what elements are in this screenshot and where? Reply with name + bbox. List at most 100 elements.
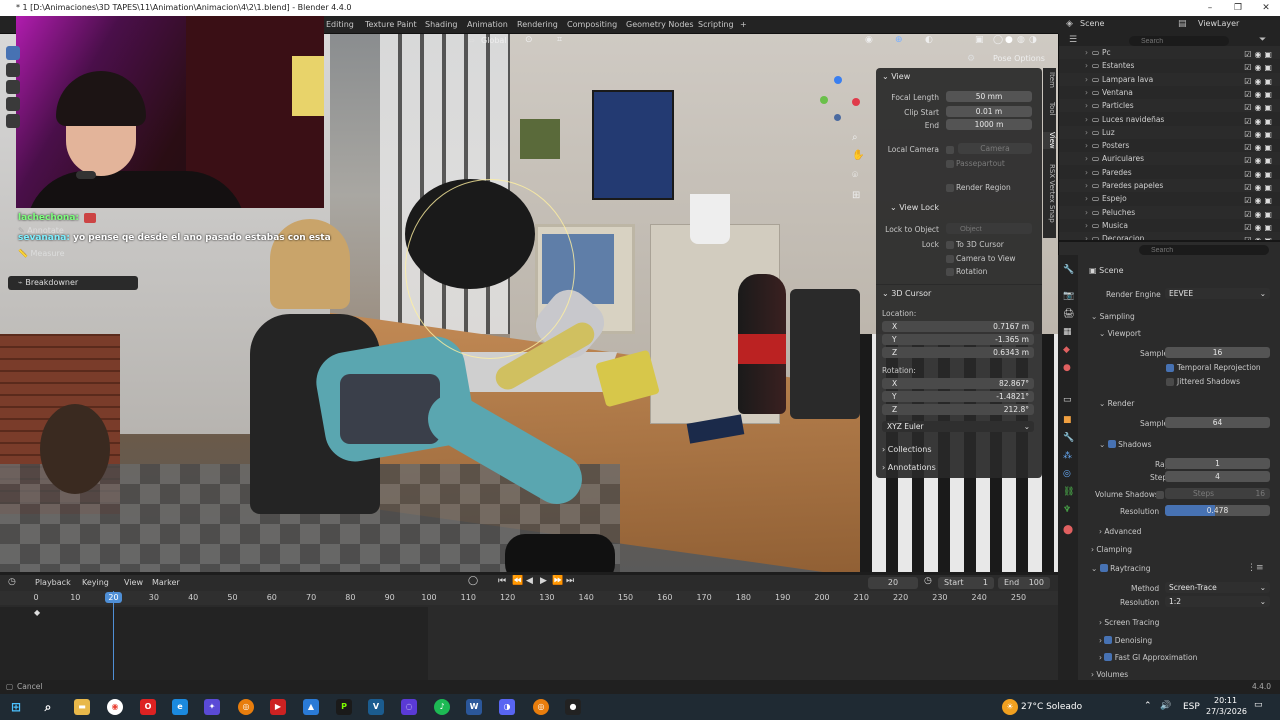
local-camera-checkbox[interactable] bbox=[946, 146, 954, 154]
view-layer-name[interactable]: ViewLayer bbox=[1198, 19, 1239, 28]
local-camera-field[interactable]: Camera bbox=[958, 143, 1032, 154]
constraints-properties-icon[interactable]: ⛓ bbox=[1063, 487, 1074, 497]
physics-properties-icon[interactable]: ◎ bbox=[1063, 469, 1071, 479]
rays-field[interactable]: 1 bbox=[1165, 458, 1270, 469]
playhead-line[interactable] bbox=[113, 591, 114, 680]
view-lock-section-header[interactable]: ⌄ View Lock bbox=[890, 203, 939, 212]
keyframe-marker-icon[interactable]: ◆ bbox=[34, 608, 40, 617]
notifications-icon[interactable]: ▭ bbox=[1254, 700, 1263, 710]
tab-tool[interactable]: Tool bbox=[1043, 102, 1056, 116]
tab-rendering[interactable]: Rendering bbox=[517, 20, 558, 29]
expand-arrow-icon[interactable]: › bbox=[1085, 73, 1088, 86]
blender-active-icon[interactable]: ◎ bbox=[533, 699, 549, 715]
expand-arrow-icon[interactable]: › bbox=[1085, 179, 1088, 192]
resolution-slider[interactable]: 0.478 bbox=[1165, 505, 1270, 516]
language-indicator[interactable]: ESP bbox=[1183, 702, 1200, 712]
render-region-checkbox[interactable] bbox=[946, 184, 954, 192]
pycharm-icon[interactable]: P bbox=[336, 699, 352, 715]
obs-studio-icon[interactable]: ● bbox=[565, 699, 581, 715]
outliner-item[interactable]: › ▭ Luz ☑◉▣ bbox=[1059, 125, 1280, 139]
outliner-item[interactable]: › ▭ Posters ☑◉▣ bbox=[1059, 139, 1280, 152]
expand-arrow-icon[interactable]: › bbox=[1085, 59, 1088, 72]
denoising-checkbox[interactable] bbox=[1104, 636, 1113, 644]
annotations-section-header[interactable]: › Annotations bbox=[882, 463, 936, 472]
spotify-icon[interactable]: ♪ bbox=[434, 699, 450, 715]
tab-view[interactable]: View bbox=[1043, 132, 1056, 149]
temporal-reprojection-checkbox[interactable] bbox=[1166, 364, 1174, 372]
solid-shading-icon[interactable]: ● bbox=[1005, 35, 1013, 45]
lock-to-object-field[interactable] bbox=[946, 223, 1032, 234]
outliner-item[interactable]: › ▭ Estantes ☑◉▣ bbox=[1059, 59, 1280, 72]
screen-tracing-subsection-header[interactable]: › Screen Tracing bbox=[1099, 618, 1159, 627]
outliner-item[interactable]: › ▭ Pc ☑◉▣ bbox=[1059, 46, 1280, 59]
edge-icon[interactable]: e bbox=[172, 699, 188, 715]
outliner-item[interactable]: › ▭ Paredes papeles ☑◉▣ bbox=[1059, 179, 1280, 192]
play-icon[interactable]: ▶ bbox=[540, 576, 547, 586]
world-properties-icon[interactable]: ● bbox=[1063, 363, 1071, 373]
tool-settings-icon[interactable]: 🔧 bbox=[1063, 265, 1074, 275]
modifier-properties-icon[interactable]: 🔧 bbox=[1063, 433, 1074, 443]
rotate-tool-icon[interactable] bbox=[6, 97, 20, 111]
jump-to-start-icon[interactable]: ⏮ bbox=[498, 576, 506, 586]
blender-taskbar-icon[interactable]: ◎ bbox=[238, 699, 254, 715]
timeline-area[interactable]: 0 10 20 30 40 50 60 70 80 90 100 110 120 130 140 150 160… bbox=[0, 591, 1058, 680]
play-reverse-icon[interactable]: ◀ bbox=[526, 576, 533, 586]
outliner-item[interactable]: ›▭Decoracion☑◉▣ bbox=[1059, 232, 1280, 240]
transform-orientation-dropdown[interactable]: Global bbox=[481, 36, 507, 45]
volume-steps-field[interactable]: Steps 16 bbox=[1165, 488, 1270, 499]
search-icon[interactable]: ⌕ bbox=[40, 699, 56, 715]
visibility-icon[interactable]: ◉ bbox=[865, 35, 873, 45]
cursor-rotation-z-field[interactable]: Z 212.8° bbox=[882, 404, 1034, 415]
gizmo-z-axis[interactable] bbox=[834, 76, 842, 84]
outliner-item[interactable]: › ▭ Auriculares ☑◉▣ bbox=[1059, 152, 1280, 166]
gizmo-toggle-icon[interactable]: ⊕ bbox=[895, 35, 903, 45]
tab-shading[interactable]: Shading bbox=[425, 20, 458, 29]
start-frame-field[interactable]: Start 1 bbox=[938, 577, 994, 589]
minimize-button[interactable]: – bbox=[1196, 0, 1224, 16]
denoising-subsection-header[interactable]: › Denoising bbox=[1099, 635, 1152, 645]
render-subsection-header[interactable]: ⌄ Render bbox=[1099, 399, 1134, 408]
render-samples-field[interactable]: 64 bbox=[1165, 417, 1270, 428]
viewport-subsection-header[interactable]: ⌄ Viewport bbox=[1099, 329, 1141, 338]
clock-date[interactable]: 27/3/2026 bbox=[1206, 707, 1247, 716]
obs-icon[interactable]: ◌ bbox=[401, 699, 417, 715]
opera-icon[interactable]: O bbox=[140, 699, 156, 715]
jittered-shadows-checkbox[interactable] bbox=[1166, 378, 1174, 386]
expand-arrow-icon[interactable]: › bbox=[1085, 206, 1088, 219]
navigation-gizmo[interactable] bbox=[810, 74, 865, 129]
maximize-button[interactable]: ❐ bbox=[1224, 0, 1252, 16]
app-icon[interactable]: ✦ bbox=[204, 699, 220, 715]
view-section-header[interactable]: ⌄ View bbox=[882, 72, 910, 81]
focal-length-field[interactable]: 50 mm bbox=[946, 91, 1032, 102]
expand-arrow-icon[interactable]: › bbox=[1085, 219, 1088, 232]
expand-arrow-icon[interactable]: › bbox=[1085, 86, 1088, 99]
playback-menu[interactable]: Playback bbox=[35, 578, 71, 587]
lock-to-3d-cursor-checkbox[interactable] bbox=[946, 241, 954, 249]
zoom-icon[interactable]: ⌕ bbox=[852, 132, 858, 143]
add-workspace-button[interactable]: + bbox=[740, 20, 747, 29]
expand-arrow-icon[interactable]: › bbox=[1085, 113, 1088, 126]
outliner-editor-icon[interactable]: ☰ bbox=[1069, 35, 1077, 45]
expand-arrow-icon[interactable]: › bbox=[1085, 99, 1088, 112]
outliner-item[interactable]: › ▭ Particles ☑◉▣ bbox=[1059, 99, 1280, 113]
outliner-item[interactable]: › ▭ Musica ☑◉▣ bbox=[1059, 219, 1280, 232]
list-options-icon[interactable]: ⋮≡ bbox=[1247, 563, 1264, 573]
snap-icon[interactable]: ⌗ bbox=[557, 35, 562, 45]
timeline-ruler[interactable]: 0 10 20 30 40 50 60 70 80 90 100 110 120 130 140 150 160… bbox=[0, 591, 1058, 605]
properties-search-input[interactable] bbox=[1139, 245, 1269, 255]
windows-start-icon[interactable]: ⊞ bbox=[8, 699, 24, 715]
visual-studio-icon[interactable]: V bbox=[368, 699, 384, 715]
pivot-icon[interactable]: ⊙ bbox=[525, 35, 533, 45]
advanced-subsection-header[interactable]: › Advanced bbox=[1099, 527, 1141, 536]
tray-expand-icon[interactable]: ⌃ bbox=[1144, 701, 1152, 711]
cursor-location-z-field[interactable]: Z 0.6343 m bbox=[882, 347, 1034, 358]
marker-menu[interactable]: Marker bbox=[152, 578, 180, 587]
outliner-item[interactable]: › ▭ Luces navideñas ☑◉▣ bbox=[1059, 113, 1280, 126]
bone-control-ring[interactable] bbox=[405, 179, 575, 359]
shadows-checkbox[interactable] bbox=[1107, 440, 1116, 448]
scene-properties-icon[interactable]: ◆ bbox=[1063, 345, 1070, 355]
xray-icon[interactable]: ▣ bbox=[975, 35, 984, 45]
render-engine-dropdown[interactable]: EEVEE ⌄ bbox=[1165, 288, 1270, 299]
view-menu[interactable]: View bbox=[124, 578, 143, 587]
view-layer-properties-icon[interactable]: ▦ bbox=[1063, 327, 1072, 337]
